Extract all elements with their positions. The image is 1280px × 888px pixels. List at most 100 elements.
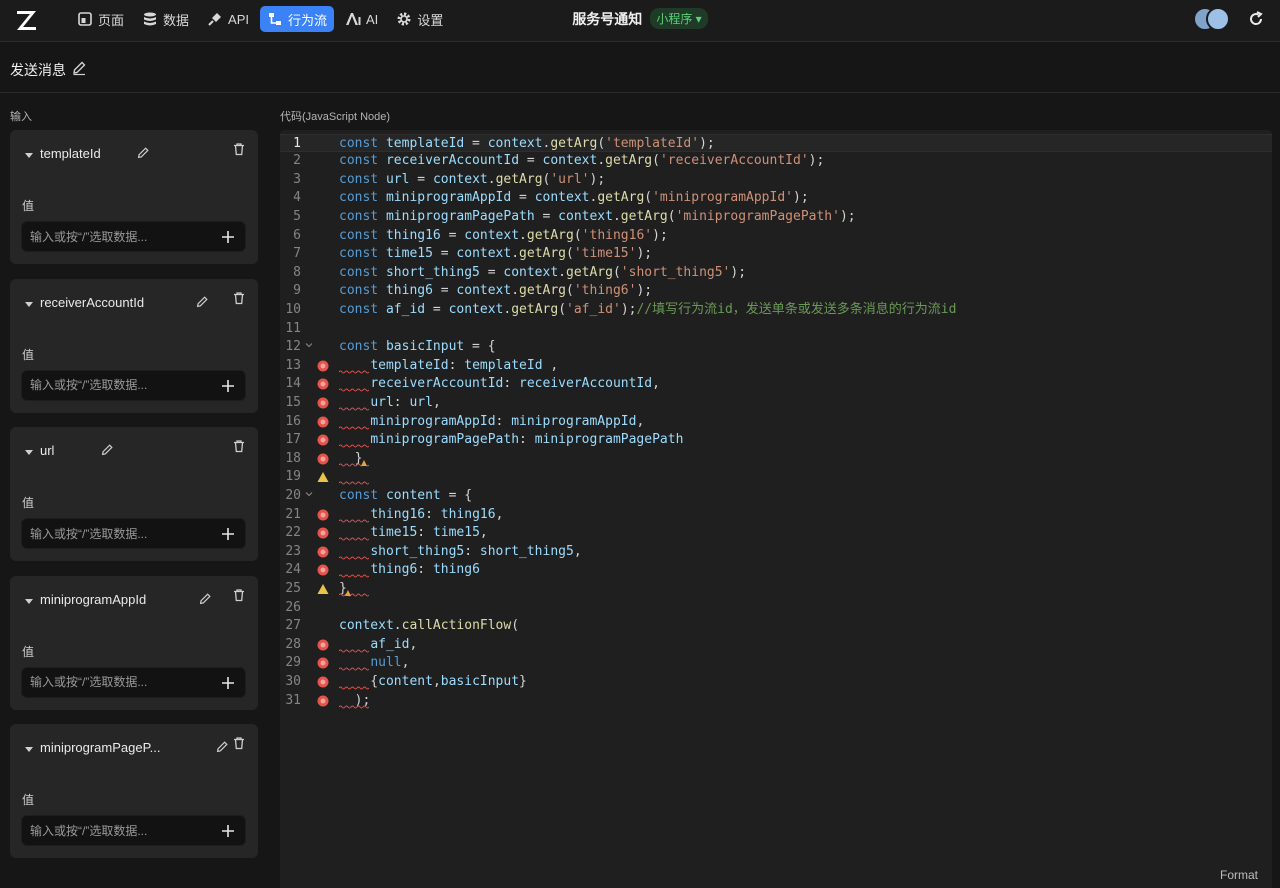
add-icon[interactable] xyxy=(221,527,235,541)
edit-icon[interactable] xyxy=(195,295,209,309)
collapse-caret-icon[interactable] xyxy=(24,299,34,309)
nav-item-data[interactable]: 数据 xyxy=(135,6,196,32)
trash-icon[interactable] xyxy=(232,439,246,453)
code-line[interactable]: 11 xyxy=(280,320,1272,339)
collapse-caret-icon[interactable] xyxy=(24,150,34,160)
code-line[interactable]: 6 const thing16 = context.getArg('thing16… xyxy=(280,227,1272,246)
code-line[interactable]: 23 short_thing5: short_thing5, xyxy=(280,543,1272,562)
error-marker-icon[interactable] xyxy=(317,360,329,372)
nav-item-settings[interactable]: 设置 xyxy=(389,6,450,32)
code-line[interactable]: 22 time15: time15, xyxy=(280,524,1272,543)
nav-item-pages[interactable]: 页面 xyxy=(70,6,131,32)
app-logo-icon[interactable] xyxy=(14,7,40,33)
value-input[interactable] xyxy=(30,370,210,400)
code-line[interactable]: 25} xyxy=(280,580,1272,599)
code-line[interactable]: 8 const short_thing5 = context.getArg('sh… xyxy=(280,264,1272,283)
edit-icon[interactable] xyxy=(198,592,212,606)
code-line[interactable]: 31 ); xyxy=(280,692,1272,711)
error-marker-icon[interactable] xyxy=(317,657,329,669)
trash-icon[interactable] xyxy=(232,142,246,156)
collapse-caret-icon[interactable] xyxy=(24,447,34,457)
code-line[interactable]: 1 const templateId = context.getArg('temp… xyxy=(280,133,1272,153)
refresh-icon[interactable] xyxy=(1246,9,1266,29)
edit-icon[interactable] xyxy=(71,60,87,76)
code-line[interactable]: 9 const thing6 = context.getArg('thing6')… xyxy=(280,282,1272,301)
code-line[interactable]: 16 miniprogramAppId: miniprogramAppId, xyxy=(280,413,1272,432)
add-icon[interactable] xyxy=(221,379,235,393)
gear-icon xyxy=(397,12,411,26)
warning-marker-icon[interactable] xyxy=(317,583,329,595)
error-marker-icon[interactable] xyxy=(317,676,329,688)
code-line[interactable]: 28 af_id, xyxy=(280,636,1272,655)
error-marker-icon[interactable] xyxy=(317,564,329,576)
code-line[interactable]: 26 xyxy=(280,599,1272,618)
nav-item-actionflow[interactable]: 行为流 xyxy=(260,6,335,32)
add-icon[interactable] xyxy=(221,824,235,838)
error-marker-icon[interactable] xyxy=(317,378,329,390)
line-number: 24 xyxy=(285,562,301,578)
collaborator-avatars[interactable] xyxy=(1193,7,1233,31)
trash-icon[interactable] xyxy=(232,291,246,305)
code-line[interactable]: 24 thing6: thing6 xyxy=(280,561,1272,580)
error-marker-icon[interactable] xyxy=(317,546,329,558)
value-input[interactable] xyxy=(30,519,210,549)
nav-item-api[interactable]: API xyxy=(200,6,256,32)
fold-chevron-icon[interactable] xyxy=(305,341,313,349)
format-button[interactable]: Format xyxy=(1220,868,1258,882)
error-marker-icon[interactable] xyxy=(317,416,329,428)
value-input[interactable] xyxy=(30,667,210,697)
inputs-section-label: 输入 xyxy=(10,111,32,123)
value-input-box[interactable] xyxy=(21,666,246,698)
code-line[interactable]: 20 const content = { xyxy=(280,487,1272,506)
trash-icon[interactable] xyxy=(232,588,246,602)
code-line[interactable]: 19 xyxy=(280,468,1272,487)
line-number: 4 xyxy=(293,190,301,206)
code-line[interactable]: 29 null, xyxy=(280,654,1272,673)
code-line[interactable]: 3 const url = context.getArg('url'); xyxy=(280,171,1272,190)
collapse-caret-icon[interactable] xyxy=(24,596,34,606)
value-input-box[interactable] xyxy=(21,221,246,252)
code-text: const content = { xyxy=(339,487,473,503)
add-icon[interactable] xyxy=(221,676,235,690)
error-marker-icon[interactable] xyxy=(317,397,329,409)
error-marker-icon[interactable] xyxy=(317,639,329,651)
code-line[interactable]: 17 miniprogramPagePath: miniprogramPageP… xyxy=(280,431,1272,450)
error-marker-icon[interactable] xyxy=(317,695,329,707)
code-line[interactable]: 30 {content,basicInput} xyxy=(280,673,1272,692)
value-input-box[interactable] xyxy=(21,518,246,550)
fold-chevron-icon[interactable] xyxy=(305,490,313,498)
code-line[interactable]: 13 templateId: templateId , xyxy=(280,357,1272,376)
code-line[interactable]: 14 receiverAccountId: receiverAccountId, xyxy=(280,375,1272,394)
code-line[interactable]: 10 const af_id = context.getArg('af_id');… xyxy=(280,301,1272,320)
error-marker-icon[interactable] xyxy=(317,527,329,539)
collapse-caret-icon[interactable] xyxy=(24,744,34,754)
code-line[interactable]: 5 const miniprogramPagePath = context.get… xyxy=(280,208,1272,227)
error-marker-icon[interactable] xyxy=(317,434,329,446)
code-line[interactable]: 7 const time15 = context.getArg('time15')… xyxy=(280,245,1272,264)
code-editor[interactable]: 1 const templateId = context.getArg('temp… xyxy=(280,130,1272,888)
code-line[interactable]: 12 const basicInput = { xyxy=(280,338,1272,357)
code-line[interactable]: 15 url: url, xyxy=(280,394,1272,413)
code-line[interactable]: 27 context.callActionFlow( xyxy=(280,617,1272,636)
avatar[interactable] xyxy=(1206,7,1230,31)
value-input[interactable] xyxy=(30,816,210,846)
edit-icon[interactable] xyxy=(136,146,150,160)
error-marker-icon[interactable] xyxy=(317,453,329,465)
code-line[interactable]: 21 thing16: thing16, xyxy=(280,506,1272,525)
edit-icon[interactable] xyxy=(100,443,114,457)
value-input-box[interactable] xyxy=(21,369,246,401)
error-marker-icon[interactable] xyxy=(317,509,329,521)
edit-icon[interactable] xyxy=(215,740,229,754)
nav-item-ai[interactable]: AI xyxy=(338,6,385,32)
value-input-box[interactable] xyxy=(21,815,246,847)
warning-marker-icon[interactable] xyxy=(317,471,329,483)
code-line[interactable]: 4 const miniprogramAppId = context.getArg… xyxy=(280,189,1272,208)
code-line[interactable]: 18 } xyxy=(280,450,1272,469)
app-type-dropdown[interactable]: 小程序 ▾ xyxy=(650,8,708,29)
value-input[interactable] xyxy=(30,222,210,251)
trash-icon[interactable] xyxy=(232,736,246,750)
add-icon[interactable] xyxy=(221,230,235,244)
top-bar: 页面 数据 API 行为流 AI 设置 服务号通知 小程序 ▾ xyxy=(0,0,1280,42)
param-card: receiverAccountId 值 xyxy=(10,278,258,413)
code-line[interactable]: 2 const receiverAccountId = context.getAr… xyxy=(280,152,1272,171)
